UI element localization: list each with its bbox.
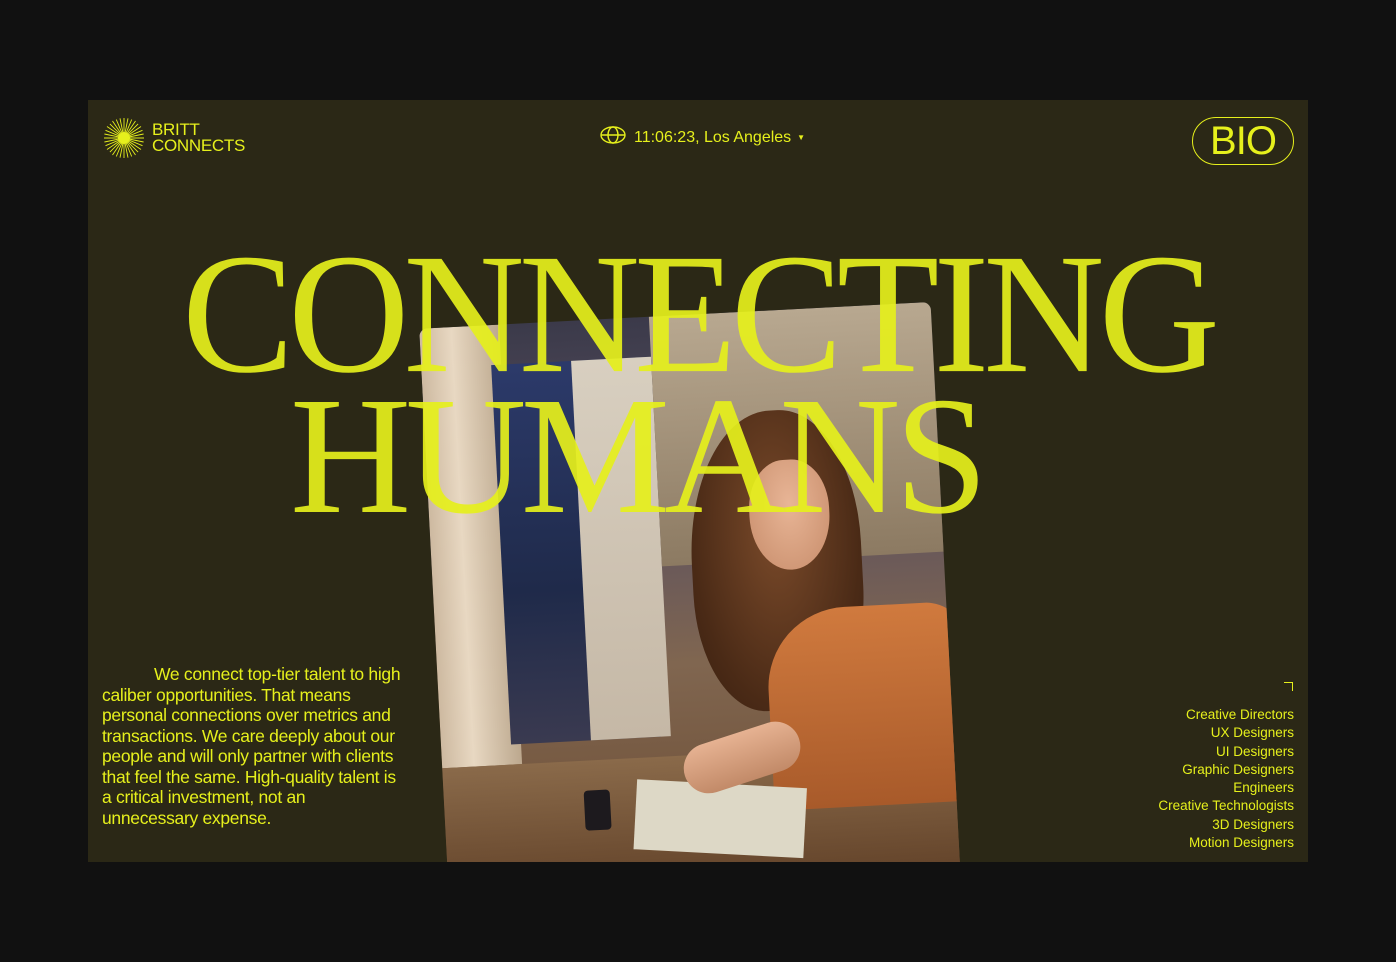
- brand-logo[interactable]: BRITT CONNECTS: [102, 116, 245, 160]
- role-item[interactable]: 3D Designers: [1158, 816, 1294, 834]
- role-item[interactable]: UI Designers: [1158, 743, 1294, 761]
- hero-panel: BRITT CONNECTS 11:06:23, Los Angeles ▼ B…: [88, 100, 1308, 862]
- roles-list: Creative Directors UX Designers UI Desig…: [1158, 706, 1294, 852]
- location-clock-selector[interactable]: 11:06:23, Los Angeles ▼: [600, 126, 805, 149]
- role-item[interactable]: Graphic Designers: [1158, 761, 1294, 779]
- brand-name-line2: CONNECTS: [152, 136, 245, 155]
- role-item[interactable]: Creative Directors: [1158, 706, 1294, 724]
- role-item[interactable]: UX Designers: [1158, 724, 1294, 742]
- globe-icon: [600, 126, 626, 149]
- intro-paragraph: We connect top-tier talent to high calib…: [102, 664, 401, 828]
- role-item[interactable]: Creative Technologists: [1158, 797, 1294, 815]
- brand-name: BRITT CONNECTS: [152, 121, 245, 155]
- caret-down-icon: ▼: [797, 133, 806, 142]
- woman-painting-photo: [419, 301, 961, 862]
- bio-button[interactable]: BIO: [1192, 117, 1294, 165]
- corner-bracket-icon: [1284, 682, 1293, 691]
- role-item[interactable]: Engineers: [1158, 779, 1294, 797]
- clock-time-location: 11:06:23, Los Angeles: [634, 128, 792, 146]
- sunburst-icon: [102, 116, 146, 160]
- role-item[interactable]: Motion Designers: [1158, 834, 1294, 852]
